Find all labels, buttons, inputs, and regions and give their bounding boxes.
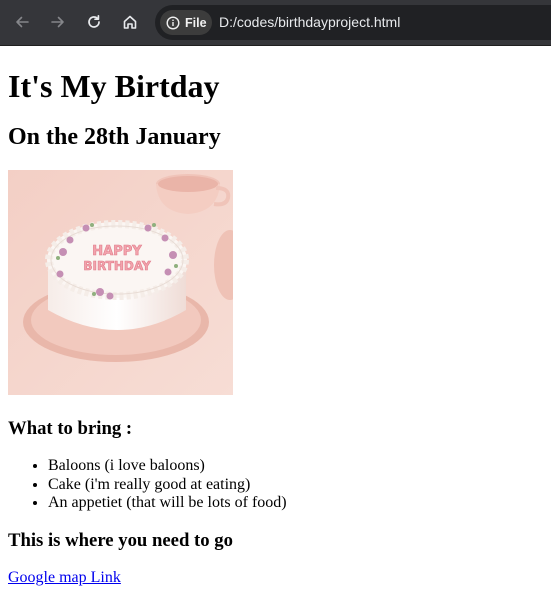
home-button[interactable] bbox=[115, 7, 145, 37]
page-content: It's My Birtday On the 28th January HAPP… bbox=[8, 46, 551, 587]
site-info-label: File bbox=[185, 15, 207, 30]
bring-list: Baloons (i love baloons) Cake (i'm reall… bbox=[8, 457, 551, 513]
site-info-chip[interactable]: File bbox=[160, 10, 212, 35]
url-text[interactable]: D:/codes/birthdayproject.html bbox=[219, 14, 400, 30]
reload-button[interactable] bbox=[79, 7, 109, 37]
svg-text:BIRTHDAY: BIRTHDAY bbox=[83, 259, 151, 273]
arrow-left-icon bbox=[16, 16, 29, 28]
page-title: It's My Birtday bbox=[8, 68, 220, 104]
svg-text:HAPPY: HAPPY bbox=[92, 244, 142, 259]
google-map-link[interactable]: Google map Link bbox=[8, 569, 121, 587]
location-heading: This is where you need to go bbox=[8, 529, 233, 551]
info-icon bbox=[166, 15, 180, 30]
arrow-right-icon bbox=[51, 16, 64, 28]
browser-toolbar: File D:/codes/birthdayproject.html bbox=[0, 0, 551, 46]
list-item: Baloons (i love baloons) bbox=[48, 457, 551, 476]
list-item: An appetiet (that will be lots of food) bbox=[48, 494, 551, 513]
home-icon bbox=[123, 15, 137, 29]
bring-heading: What to bring : bbox=[8, 418, 133, 439]
forward-button[interactable] bbox=[43, 7, 73, 37]
birthday-cake-image: HAPPY BIRTHDAY bbox=[8, 170, 233, 395]
back-button[interactable] bbox=[7, 7, 37, 37]
reload-icon bbox=[88, 14, 100, 28]
address-bar[interactable]: File D:/codes/birthdayproject.html bbox=[155, 5, 551, 40]
list-item: Cake (i'm really good at eating) bbox=[48, 476, 551, 495]
page-subtitle: On the 28th January bbox=[8, 124, 221, 150]
